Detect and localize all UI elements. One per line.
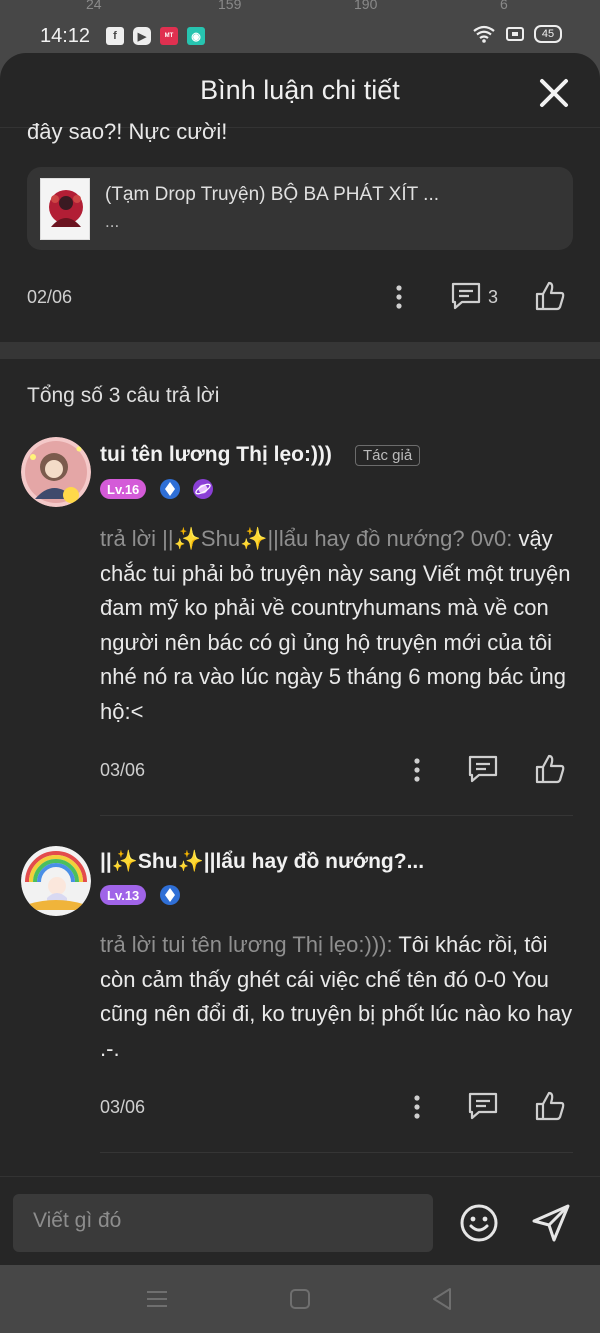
reply-count: 3 bbox=[488, 287, 499, 307]
replies-total: Tổng số 3 câu trả lời bbox=[27, 384, 220, 407]
send-icon[interactable] bbox=[530, 1202, 572, 1244]
planet-badge-icon bbox=[193, 479, 213, 499]
story-thumbnail bbox=[40, 178, 90, 240]
like-icon[interactable] bbox=[533, 1090, 567, 1122]
like-icon[interactable] bbox=[533, 280, 567, 312]
bg-number: 24 bbox=[86, 0, 102, 12]
section-divider bbox=[0, 342, 600, 359]
author-badge: Tác giả bbox=[355, 445, 421, 466]
bg-number: 190 bbox=[354, 0, 378, 12]
more-icon[interactable] bbox=[405, 1092, 429, 1122]
reply-icon[interactable] bbox=[466, 1090, 500, 1122]
diamond-badge-icon bbox=[160, 479, 180, 499]
story-card[interactable]: (Tạm Drop Truyện) BỘ BA PHÁT XÍT ... ... bbox=[27, 167, 573, 250]
comment-detail-sheet: Bình luận chi tiết đây sao?! Nực cười! (… bbox=[0, 53, 600, 1265]
system-icons: 45 bbox=[472, 25, 562, 43]
page-title: Bình luận chi tiết bbox=[200, 75, 400, 105]
close-icon[interactable] bbox=[534, 73, 574, 113]
like-icon[interactable] bbox=[533, 753, 567, 785]
reply-icon[interactable] bbox=[449, 280, 483, 312]
avatar[interactable] bbox=[21, 846, 91, 916]
status-time: 14:12 bbox=[40, 25, 91, 47]
bg-number: 6 bbox=[500, 0, 508, 12]
reply-date: 03/06 bbox=[100, 760, 146, 780]
original-comment-text: đây sao?! Nực cười! bbox=[27, 119, 228, 144]
reply-to-label[interactable]: trả lời ||✨Shu✨||lẩu hay đồ nướng? 0v0: bbox=[100, 526, 512, 551]
level-badge: Lv.16 bbox=[100, 479, 147, 499]
reply-actions: 03/06 bbox=[0, 751, 600, 791]
back-icon[interactable] bbox=[428, 1285, 456, 1313]
wifi-icon bbox=[473, 25, 495, 43]
status-bar: 24 159 190 6 14:12 f ▶ MT ◉ 45 bbox=[0, 0, 600, 58]
username[interactable]: ||✨Shu✨||lẩu hay đồ nướng?... bbox=[100, 850, 424, 874]
app-icon: ◉ bbox=[187, 27, 205, 45]
youtube-icon: ▶ bbox=[133, 27, 151, 45]
manga-app-icon: MT bbox=[160, 27, 178, 45]
system-nav-bar bbox=[0, 1265, 600, 1333]
reply-actions: 03/06 bbox=[0, 1088, 600, 1128]
comment-date: 02/06 bbox=[27, 287, 73, 307]
screen-record-icon bbox=[506, 27, 524, 41]
reply-separator bbox=[100, 1152, 573, 1153]
reply-to-label[interactable]: trả lời tui tên lương Thị lẹo:))): bbox=[100, 932, 393, 957]
more-icon[interactable] bbox=[387, 282, 411, 312]
comment-composer: Viết gì đó bbox=[0, 1176, 600, 1265]
battery-indicator: 45 bbox=[534, 25, 562, 43]
menu-icon[interactable] bbox=[143, 1285, 171, 1313]
facebook-icon: f bbox=[106, 27, 124, 45]
reply-separator bbox=[100, 815, 573, 816]
story-subtitle: ... bbox=[105, 212, 120, 231]
home-icon[interactable] bbox=[286, 1285, 314, 1313]
reply-body: trả lời ||✨Shu✨||lẩu hay đồ nướng? 0v0: … bbox=[100, 522, 580, 729]
comment-input[interactable]: Viết gì đó bbox=[13, 1194, 433, 1252]
original-comment-actions: 02/06 3 bbox=[0, 278, 600, 318]
background-numbers: 24 159 190 6 bbox=[0, 0, 600, 12]
reply-body: trả lời tui tên lương Thị lẹo:))): Tôi k… bbox=[100, 928, 580, 1066]
notification-icons: f ▶ MT ◉ bbox=[106, 27, 205, 45]
more-icon[interactable] bbox=[405, 755, 429, 785]
sheet-header: Bình luận chi tiết bbox=[0, 53, 600, 128]
reply-text: vậy chắc tui phải bỏ truyện này sang Viế… bbox=[100, 526, 571, 724]
bg-number: 159 bbox=[218, 0, 242, 12]
story-title: (Tạm Drop Truyện) BỘ BA PHÁT XÍT ... bbox=[105, 184, 440, 205]
reply-date: 03/06 bbox=[100, 1097, 146, 1117]
username[interactable]: tui tên lương Thị lẹo:))) bbox=[100, 443, 332, 467]
level-badge: Lv.13 bbox=[100, 885, 147, 905]
avatar[interactable] bbox=[21, 437, 91, 507]
reply-icon[interactable] bbox=[466, 753, 500, 785]
emoji-icon[interactable] bbox=[458, 1202, 500, 1244]
diamond-badge-icon bbox=[160, 885, 180, 905]
